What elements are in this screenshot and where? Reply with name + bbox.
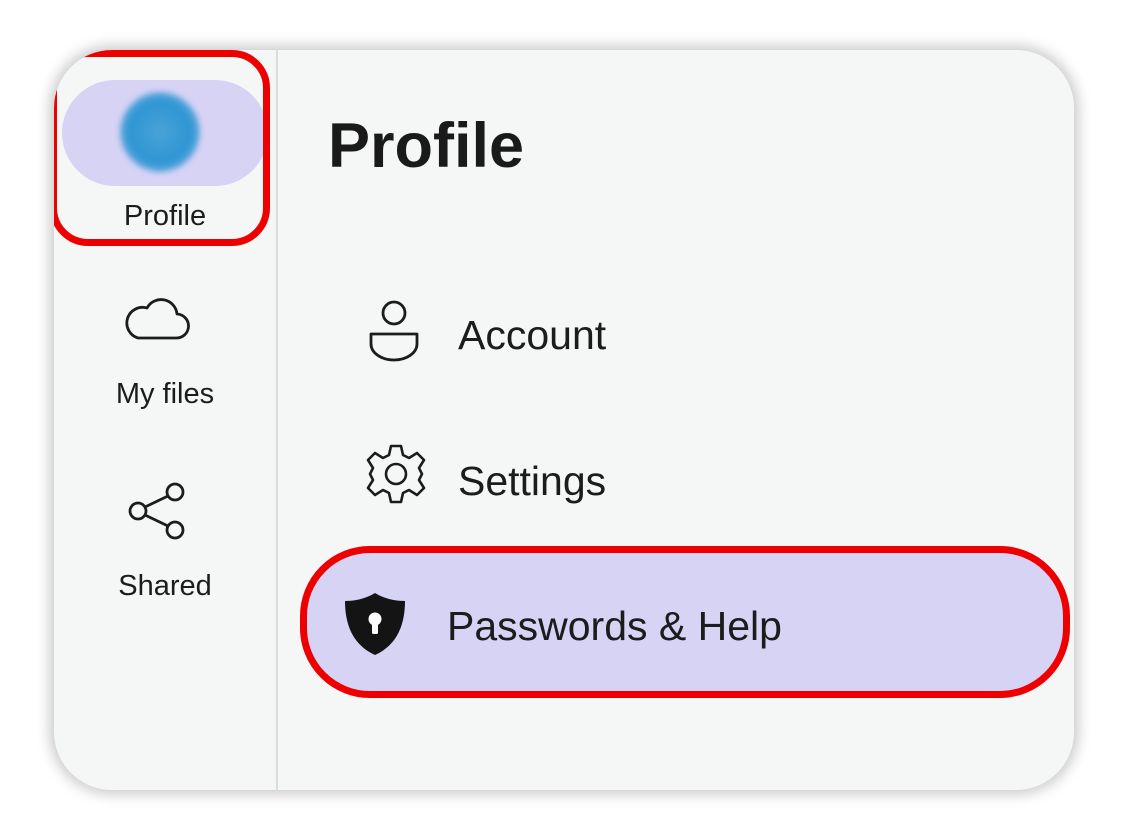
cloud-icon: [120, 288, 192, 352]
menu-item-passwords-help[interactable]: Passwords & Help: [300, 546, 1070, 698]
gear-icon: [364, 442, 428, 511]
app-window: Profile My files Shared Profile Account …: [54, 50, 1074, 790]
sidebar-item-my-files[interactable]: My files: [54, 280, 276, 420]
user-icon: [364, 298, 424, 369]
sidebar-item-shared[interactable]: Shared: [54, 474, 276, 614]
sidebar-item-label: My files: [115, 378, 215, 410]
menu-item-label: Account: [458, 312, 607, 358]
menu-item-account[interactable]: Account: [298, 260, 1070, 408]
menu-item-label: Settings: [458, 458, 607, 504]
sidebar-item-profile[interactable]: Profile: [54, 50, 276, 250]
menu-item-label: Passwords & Help: [447, 603, 782, 649]
page-title: Profile: [328, 111, 525, 181]
shield-keyhole-icon: [343, 591, 407, 662]
menu-item-settings[interactable]: Settings: [298, 406, 1070, 554]
share-icon: [124, 478, 190, 552]
sidebar-item-label: Shared: [118, 570, 212, 602]
highlight-outline: [54, 50, 270, 246]
sidebar: Profile My files Shared: [54, 50, 278, 790]
